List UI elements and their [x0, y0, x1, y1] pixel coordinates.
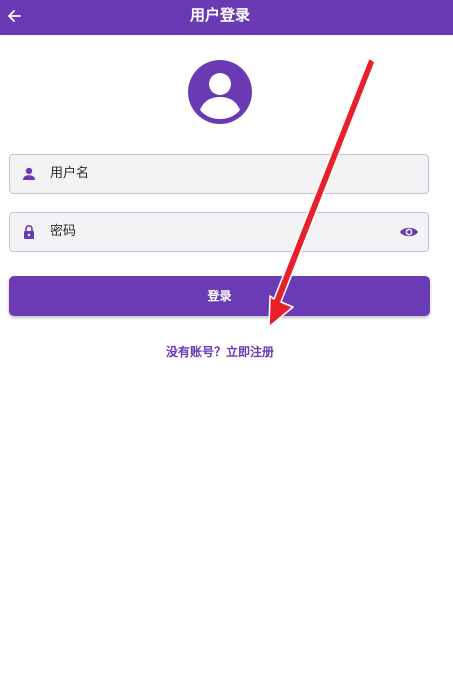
login-button[interactable]: 登录 — [9, 276, 430, 316]
person-icon — [23, 167, 35, 180]
login-screen: 用户登录 用户名 密码 登录 没有账号？立即注册 — [0, 0, 453, 698]
username-field[interactable]: 用户名 — [9, 154, 429, 194]
account-circle-icon — [188, 60, 252, 124]
username-placeholder: 用户名 — [50, 166, 90, 181]
password-field[interactable]: 密码 — [9, 212, 429, 252]
eye-icon[interactable] — [399, 223, 419, 241]
password-placeholder: 密码 — [50, 224, 77, 239]
register-link[interactable]: 没有账号？立即注册 — [0, 341, 440, 363]
app-bar: 用户登录 — [0, 0, 453, 35]
lock-icon — [24, 224, 34, 239]
page-title: 用户登录 — [189, 6, 250, 24]
